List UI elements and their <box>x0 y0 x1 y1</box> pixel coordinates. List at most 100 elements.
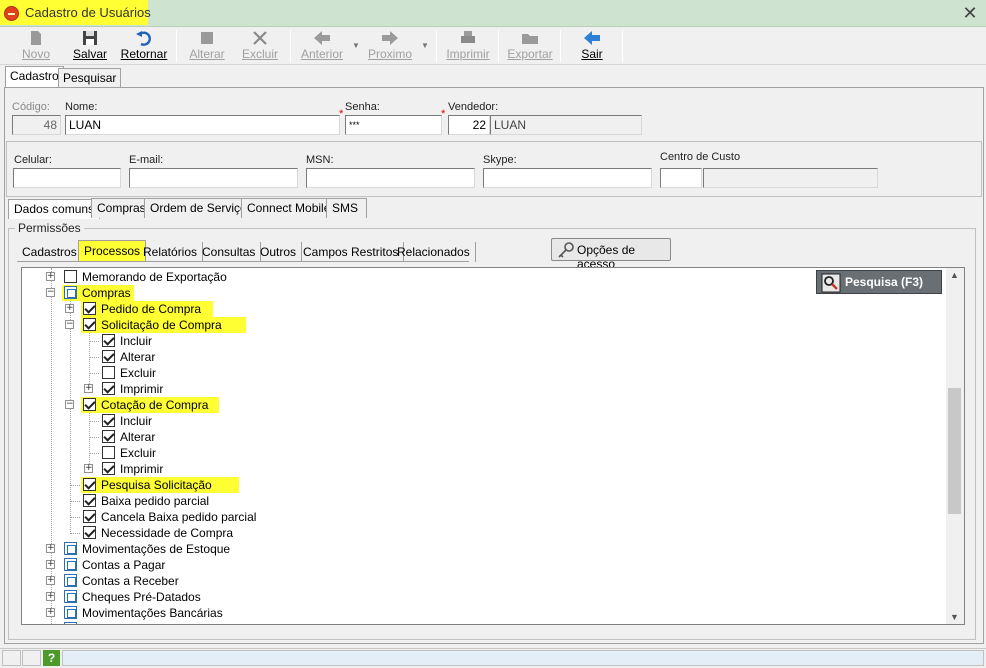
opcoes-acesso-button[interactable]: Opções de acesso <box>551 238 671 271</box>
tree-node[interactable]: + Imprimir <box>22 381 942 397</box>
email-field[interactable] <box>129 168 298 188</box>
excluir-button[interactable]: Excluir <box>240 27 280 65</box>
tree-node[interactable]: + Gerenciamento de Gestão <box>22 621 942 625</box>
tree-node[interactable]: + Contas a Pagar <box>22 557 942 573</box>
tab-consultas[interactable]: Consultas <box>197 242 262 262</box>
scroll-up-icon[interactable]: ▲ <box>950 270 959 280</box>
tree-node[interactable]: + Contas a Receber <box>22 573 942 589</box>
tree-node[interactable]: Excluir <box>22 445 942 461</box>
tab-sms[interactable]: SMS <box>326 198 367 218</box>
expand-icon[interactable]: + <box>46 544 55 553</box>
tree-node[interactable]: + Movimentações de Estoque <box>22 541 942 557</box>
tree-node[interactable]: Incluir <box>22 333 942 349</box>
pesquisa-f3-button[interactable]: Pesquisa (F3) <box>816 270 942 294</box>
tab-ordem-servico[interactable]: Ordem de Serviço <box>144 198 253 218</box>
sair-button[interactable]: Sair <box>572 27 612 65</box>
permission-checkbox[interactable] <box>83 398 96 411</box>
expand-icon[interactable]: + <box>84 464 93 473</box>
permission-checkbox[interactable] <box>83 510 96 523</box>
tree-node[interactable]: + Cheques Pré-Datados <box>22 589 942 605</box>
permission-checkbox[interactable] <box>64 622 77 624</box>
expand-icon[interactable]: + <box>47 624 55 625</box>
tab-compras[interactable]: Compras <box>91 198 152 218</box>
retornar-button[interactable]: Retornar <box>118 27 170 65</box>
help-icon[interactable]: ? <box>43 650 60 666</box>
tab-connect-mobile[interactable]: Connect Mobile <box>241 198 337 218</box>
tab-outros[interactable]: Outros <box>255 242 303 262</box>
tree-node[interactable]: Excluir <box>22 365 942 381</box>
permission-checkbox[interactable] <box>64 542 77 555</box>
expand-icon[interactable]: + <box>46 272 55 281</box>
novo-button[interactable]: Novo <box>14 27 58 65</box>
permission-checkbox[interactable] <box>83 526 96 539</box>
permissions-tree[interactable]: + Memorando de Exportação − Compras + Pedido … <box>21 267 965 625</box>
tree-node[interactable]: + Memorando de Exportação <box>22 269 942 285</box>
collapse-icon[interactable]: − <box>46 288 55 297</box>
tree-node[interactable]: Alterar <box>22 429 942 445</box>
permission-checkbox[interactable] <box>64 286 77 299</box>
scroll-down-icon[interactable]: ▼ <box>950 612 959 622</box>
permission-checkbox[interactable] <box>102 334 115 347</box>
permission-checkbox[interactable] <box>83 302 96 315</box>
tree-node[interactable]: Alterar <box>22 349 942 365</box>
expand-icon[interactable]: + <box>46 592 55 601</box>
tab-pesquisar[interactable]: Pesquisar <box>58 68 122 88</box>
collapse-icon[interactable]: − <box>65 400 74 409</box>
salvar-button[interactable]: Salvar <box>68 27 112 65</box>
permission-checkbox[interactable] <box>102 382 115 395</box>
expand-icon[interactable]: + <box>65 304 74 313</box>
tree-node[interactable]: + Movimentações Bancárias <box>22 605 942 621</box>
proximo-dropdown-icon[interactable]: ▼ <box>421 41 429 50</box>
nome-field[interactable]: LUAN <box>65 115 340 135</box>
tab-relatorios[interactable]: Relatórios <box>138 242 204 262</box>
permission-checkbox[interactable] <box>64 270 77 283</box>
permission-checkbox[interactable] <box>102 414 115 427</box>
tab-cadastros[interactable]: Cadastros <box>17 242 83 262</box>
permission-checkbox[interactable] <box>83 478 96 491</box>
tree-node[interactable]: Incluir <box>22 413 942 429</box>
tree-node[interactable]: + Imprimir <box>22 461 942 477</box>
permission-checkbox[interactable] <box>83 494 96 507</box>
tree-node[interactable]: + Pedido de Compra <box>22 301 942 317</box>
tree-node[interactable]: Pesquisa Solicitação <box>22 477 942 493</box>
permission-checkbox[interactable] <box>102 366 115 379</box>
permission-checkbox[interactable] <box>102 462 115 475</box>
expand-icon[interactable]: + <box>46 576 55 585</box>
tab-cadastro[interactable]: Cadastro <box>5 66 64 88</box>
tree-node[interactable]: Baixa pedido parcial <box>22 493 942 509</box>
permission-checkbox[interactable] <box>102 430 115 443</box>
tree-node[interactable]: Necessidade de Compra <box>22 525 942 541</box>
expand-icon[interactable]: + <box>84 384 93 393</box>
tree-node[interactable]: − Solicitação de Compra <box>22 317 942 333</box>
tab-campos-restritos[interactable]: Campos Restritos <box>298 242 405 262</box>
senha-field[interactable]: *** <box>345 115 442 135</box>
close-icon[interactable]: ✕ <box>960 3 980 23</box>
tree-node[interactable]: − Cotação de Compra <box>22 397 942 413</box>
skype-field[interactable] <box>483 168 652 188</box>
tab-dados-comuns[interactable]: Dados comuns <box>8 199 101 219</box>
permission-checkbox[interactable] <box>64 558 77 571</box>
proximo-button[interactable]: Proximo <box>368 27 412 65</box>
tab-processos[interactable]: Processos <box>78 240 147 261</box>
exportar-button[interactable]: Exportar <box>506 27 554 65</box>
tree-node[interactable]: − Compras <box>22 285 942 301</box>
permission-checkbox[interactable] <box>102 446 115 459</box>
tab-relacionados[interactable]: Relacionados <box>392 242 476 262</box>
anterior-dropdown-icon[interactable]: ▼ <box>352 41 360 50</box>
permission-checkbox[interactable] <box>64 590 77 603</box>
tree-node[interactable]: Cancela Baixa pedido parcial <box>22 509 942 525</box>
scrollbar-thumb[interactable] <box>948 388 961 514</box>
anterior-button[interactable]: Anterior <box>300 27 344 65</box>
alterar-button[interactable]: Alterar <box>186 27 228 65</box>
permission-checkbox[interactable] <box>102 350 115 363</box>
expand-icon[interactable]: + <box>46 560 55 569</box>
centro-custo-code-field[interactable] <box>660 168 702 188</box>
permission-checkbox[interactable] <box>83 318 96 331</box>
celular-field[interactable] <box>13 168 121 188</box>
vendedor-code-field[interactable]: 22 <box>448 115 490 135</box>
expand-icon[interactable]: + <box>46 608 55 617</box>
permission-checkbox[interactable] <box>64 606 77 619</box>
collapse-icon[interactable]: − <box>65 320 74 329</box>
permission-checkbox[interactable] <box>64 574 77 587</box>
msn-field[interactable] <box>306 168 475 188</box>
